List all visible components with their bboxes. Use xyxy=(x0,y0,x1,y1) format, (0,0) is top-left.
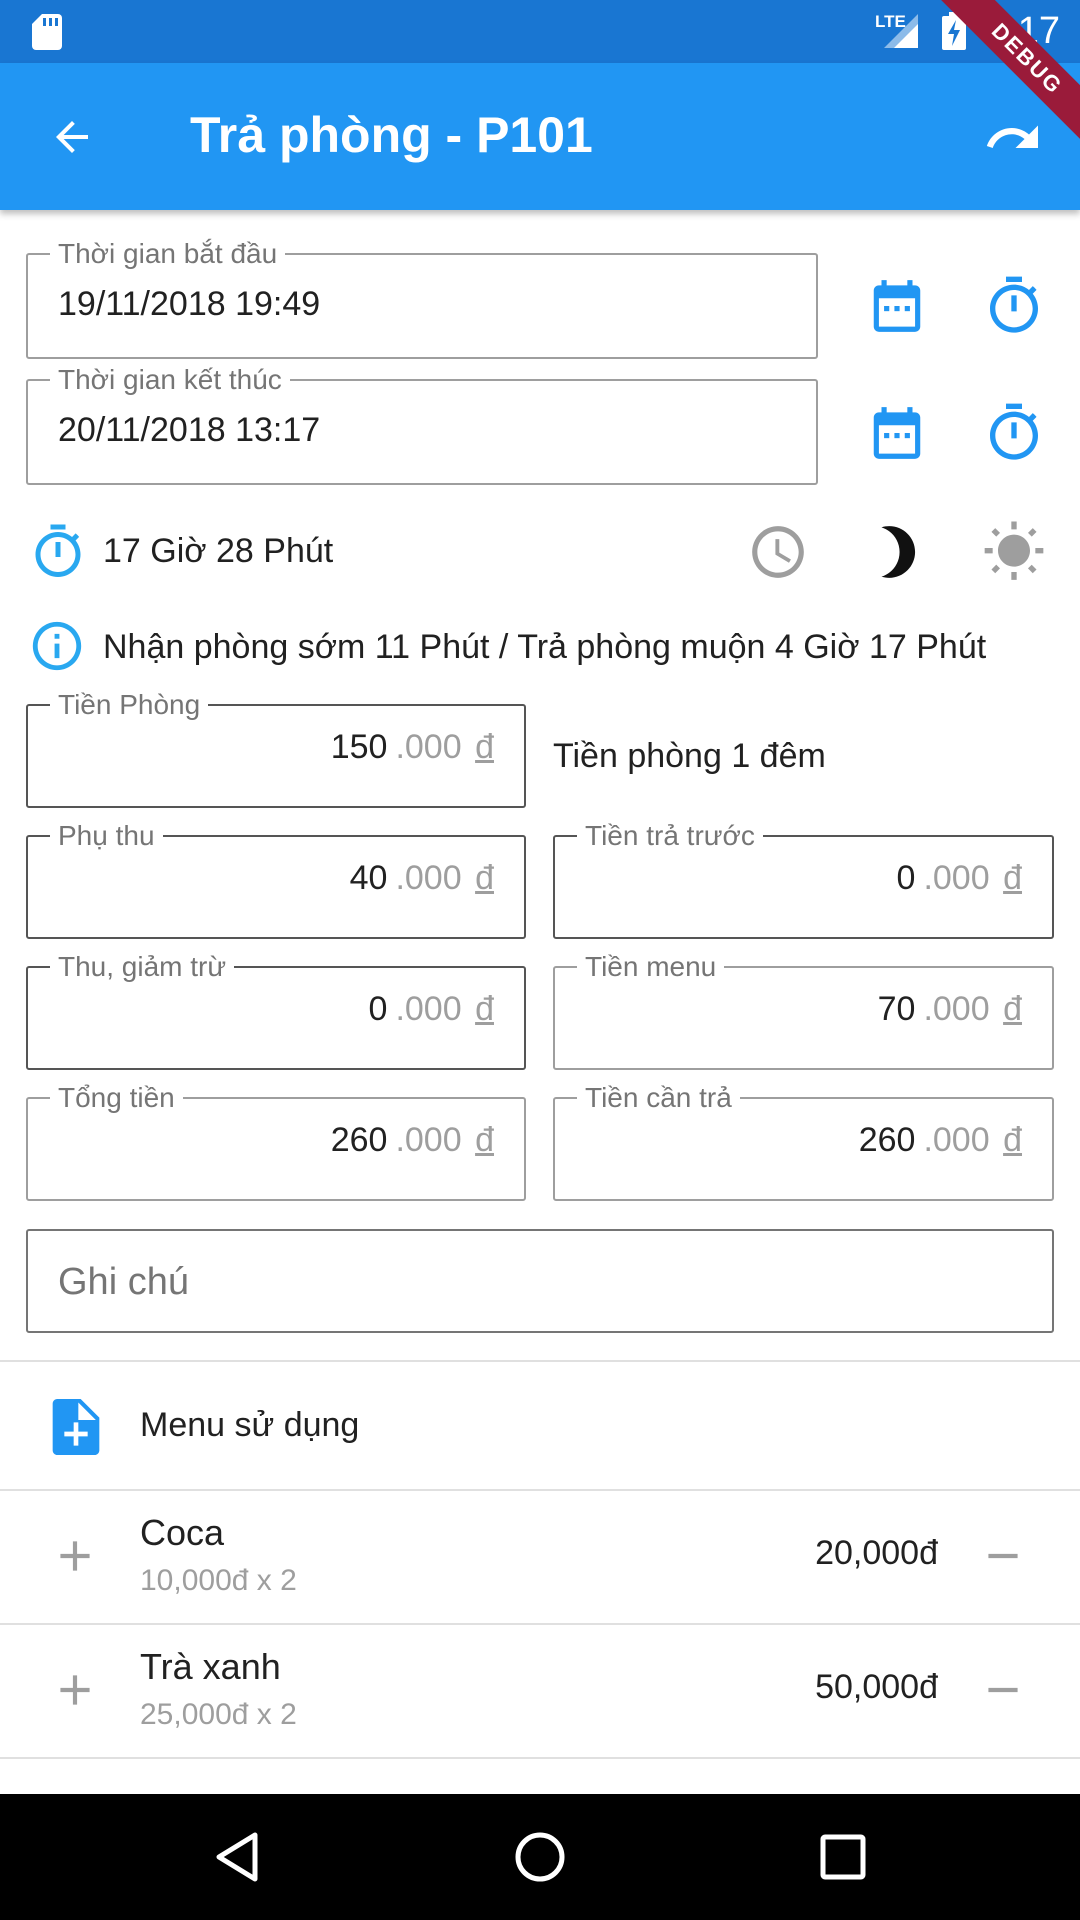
decrease-quantity-button[interactable] xyxy=(968,1655,1038,1725)
overnight-mode-button[interactable] xyxy=(862,517,932,587)
room-fee-note: Tiền phòng 1 đêm xyxy=(553,737,826,775)
calendar-icon xyxy=(873,280,921,332)
menu-item-detail: 25,000đ x 2 xyxy=(140,1698,297,1731)
increase-quantity-button[interactable] xyxy=(40,1521,110,1591)
note-input[interactable]: Ghi chú xyxy=(26,1229,1054,1333)
total-amount: 260.000 đ xyxy=(330,1121,494,1159)
navigation-bar xyxy=(0,1794,1080,1920)
surcharge-label: Phụ thu xyxy=(50,820,163,852)
info-icon xyxy=(32,621,82,671)
checkin-checkout-info: Nhận phòng sớm 11 Phút / Trả phòng muộn … xyxy=(103,628,987,666)
back-arrow-icon xyxy=(56,121,88,153)
room-fee-field[interactable]: Tiền Phòng 150.000 đ xyxy=(26,689,526,808)
timer-icon xyxy=(35,524,81,577)
surcharge-amount: 40.000 đ xyxy=(349,859,494,897)
daily-mode-button[interactable] xyxy=(979,517,1049,587)
menu-fee-label: Tiền menu xyxy=(577,951,725,983)
prepaid-field[interactable]: Tiền trả trước 0.000 đ xyxy=(553,820,1054,939)
end-time-field[interactable]: Thời gian kết thúc 20/11/2018 13:17 xyxy=(26,364,818,485)
menu-item-name: Trà xanh xyxy=(140,1646,281,1687)
prepaid-amount: 0.000 đ xyxy=(896,859,1022,897)
nav-home-button[interactable] xyxy=(505,1822,575,1892)
start-time-value: 19/11/2018 19:49 xyxy=(58,285,321,323)
end-time-value: 20/11/2018 13:17 xyxy=(58,411,321,449)
timer-icon xyxy=(990,276,1038,333)
menu-item-total: 20,000đ xyxy=(815,1534,938,1572)
nav-home-icon xyxy=(515,1832,565,1882)
total-label: Tổng tiền xyxy=(50,1082,183,1114)
amount-due-label: Tiền cần trả xyxy=(577,1082,740,1114)
menu-fee-amount: 70.000 đ xyxy=(877,990,1022,1028)
amount-due-amount: 260.000 đ xyxy=(858,1121,1022,1159)
decrease-quantity-button[interactable] xyxy=(968,1521,1038,1591)
end-date-picker-button[interactable] xyxy=(862,398,932,468)
deduction-field[interactable]: Thu, giảm trừ 0.000 đ xyxy=(26,951,526,1070)
menu-section-header[interactable]: Menu sử dụng xyxy=(0,1362,1080,1490)
deduction-label: Thu, giảm trừ xyxy=(50,951,235,983)
start-time-label: Thời gian bắt đầu xyxy=(50,238,286,270)
end-time-label: Thời gian kết thúc xyxy=(50,364,290,396)
clock-icon xyxy=(752,526,804,578)
deduction-amount: 0.000 đ xyxy=(368,990,494,1028)
menu-item-name: Coca xyxy=(140,1512,225,1553)
plus-icon xyxy=(60,1675,90,1705)
divider xyxy=(0,1757,1080,1759)
nav-recents-button[interactable] xyxy=(808,1822,878,1892)
increase-quantity-button[interactable] xyxy=(40,1655,110,1725)
list-item: Trà xanh 25,000đ x 2 50,000đ xyxy=(0,1625,1080,1757)
sun-icon xyxy=(984,521,1044,580)
menu-section-title: Menu sử dụng xyxy=(140,1406,360,1444)
calendar-icon xyxy=(873,407,921,459)
timer-icon xyxy=(990,403,1038,460)
end-time-picker-button[interactable] xyxy=(979,398,1049,468)
signal-icon xyxy=(884,14,918,48)
sd-card-icon xyxy=(32,14,62,50)
back-button[interactable] xyxy=(36,101,108,173)
menu-fee-field: Tiền menu 70.000 đ xyxy=(553,951,1054,1070)
amount-due-field: Tiền cần trả 260.000 đ xyxy=(553,1082,1054,1201)
hourly-mode-button[interactable] xyxy=(743,517,813,587)
nav-back-icon xyxy=(216,1832,258,1882)
page-title: Trả phòng - P101 xyxy=(190,107,593,163)
note-placeholder: Ghi chú xyxy=(58,1261,189,1303)
start-date-picker-button[interactable] xyxy=(862,271,932,341)
surcharge-field[interactable]: Phụ thu 40.000 đ xyxy=(26,820,526,939)
room-fee-label: Tiền Phòng xyxy=(50,689,209,721)
app-bar: Trả phòng - P101 xyxy=(0,63,1080,210)
start-time-field[interactable]: Thời gian bắt đầu 19/11/2018 19:49 xyxy=(26,238,818,359)
note-add-icon xyxy=(52,1399,100,1455)
total-field: Tổng tiền 260.000 đ xyxy=(26,1082,526,1201)
minus-icon xyxy=(988,1687,1018,1693)
room-fee-amount: 150.000 đ xyxy=(330,728,494,766)
menu-item-detail: 10,000đ x 2 xyxy=(140,1564,297,1597)
moon-icon xyxy=(881,526,916,578)
redo-icon xyxy=(986,125,1038,148)
status-bar: LTE 6:17 xyxy=(0,0,1080,63)
menu-item-total: 50,000đ xyxy=(815,1668,938,1706)
nav-back-button[interactable] xyxy=(202,1822,272,1892)
redo-button[interactable] xyxy=(978,103,1048,173)
start-time-picker-button[interactable] xyxy=(979,271,1049,341)
duration-text: 17 Giờ 28 Phút xyxy=(103,532,334,570)
minus-icon xyxy=(988,1553,1018,1559)
list-item: Coca 10,000đ x 2 20,000đ xyxy=(0,1491,1080,1623)
nav-recents-icon xyxy=(820,1834,866,1880)
prepaid-label: Tiền trả trước xyxy=(577,820,763,852)
plus-icon xyxy=(60,1541,90,1571)
